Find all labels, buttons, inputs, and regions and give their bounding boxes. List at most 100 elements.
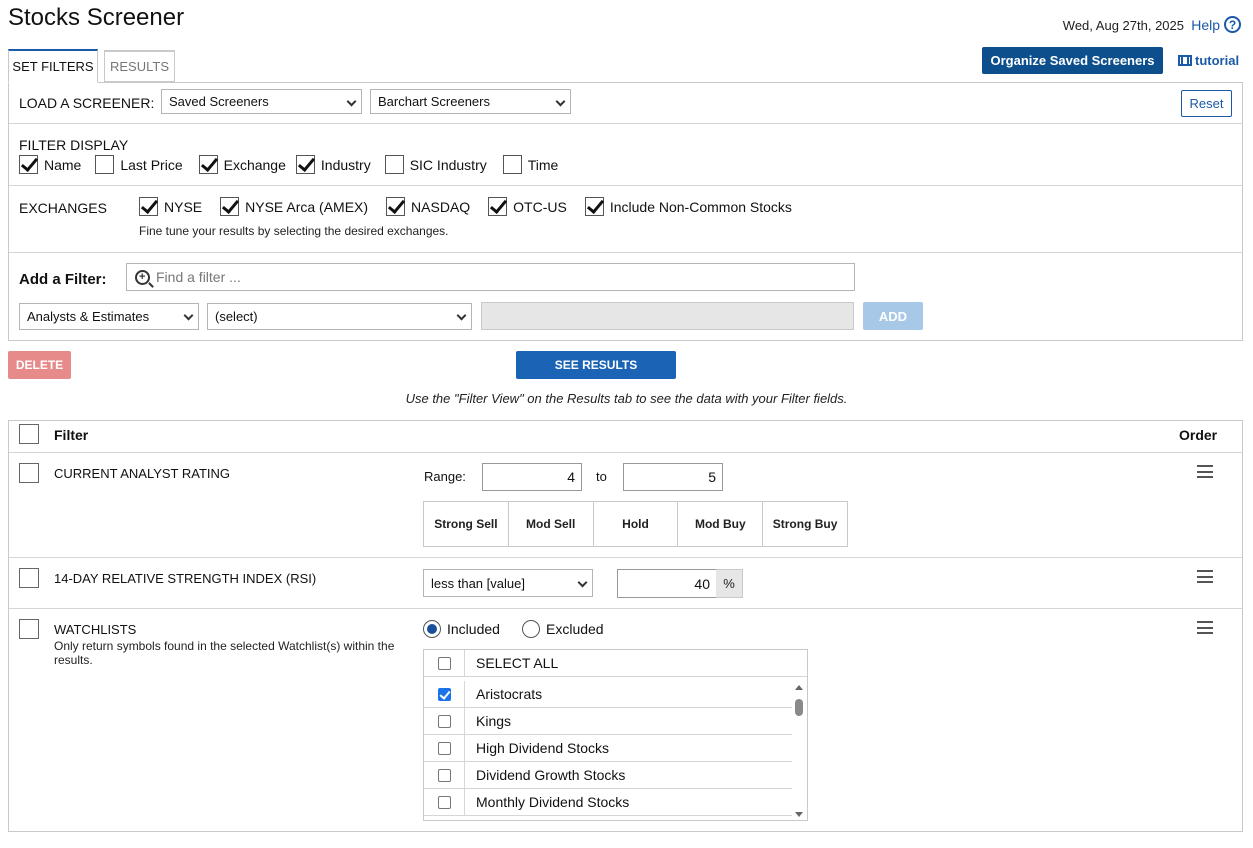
scroll-thumb[interactable] <box>795 699 803 716</box>
exchange-option[interactable]: NYSE Arca (AMEX) <box>220 197 368 216</box>
search-plus-icon: + <box>135 269 150 285</box>
filter-display-option-label: Industry <box>320 156 371 173</box>
range-label: Range: <box>424 469 466 484</box>
select-all-checkbox[interactable] <box>437 656 451 670</box>
filter-field-value: (select) <box>215 309 258 324</box>
scroll-up-icon[interactable] <box>795 685 803 690</box>
barchart-screeners-select[interactable]: Barchart Screeners <box>370 89 571 114</box>
saved-screeners-value: Saved Screeners <box>169 94 269 109</box>
divider <box>9 608 1242 609</box>
exchange-option-label: NYSE <box>164 198 203 215</box>
checkbox-checked-icon[interactable] <box>488 197 508 216</box>
filter-display-option[interactable]: Industry <box>295 155 371 174</box>
watchlist-scrollbar[interactable] <box>791 681 807 820</box>
filter-display-option[interactable]: SIC Industry <box>384 155 487 174</box>
exchange-option-label: NYSE Arca (AMEX) <box>245 198 369 215</box>
chevron-down-icon <box>555 96 566 107</box>
exchanges-label: EXCHANGES <box>19 200 107 216</box>
rating-scale-cell: Strong Buy <box>772 517 838 531</box>
tab-results[interactable]: RESULTS <box>104 50 175 82</box>
add-filter-button[interactable]: ADD <box>863 302 923 330</box>
divider <box>9 185 1242 186</box>
filter-field-select[interactable]: (select) <box>207 303 472 330</box>
watchlist-item-checkbox[interactable] <box>437 795 451 809</box>
checkbox-checked-icon[interactable] <box>220 197 240 216</box>
filter-display-option[interactable]: Time <box>502 155 558 174</box>
checkbox-unchecked-icon[interactable] <box>502 155 522 174</box>
range-to-label: to <box>596 469 607 484</box>
radio-unselected-icon <box>522 620 540 638</box>
tutorial-link[interactable]: tutorial <box>1178 53 1239 68</box>
filter-display-option[interactable]: Name <box>19 155 81 174</box>
row-select-checkbox[interactable] <box>19 568 39 588</box>
rsi-operator-value: less than [value] <box>431 575 525 591</box>
delete-button[interactable]: DELETE <box>8 351 71 379</box>
rating-scale-cell: Mod Sell <box>509 502 594 546</box>
watchlist-item[interactable]: High Dividend Stocks <box>424 735 792 762</box>
chevron-down-icon <box>456 310 467 321</box>
range-to-input[interactable]: 5 <box>623 463 723 491</box>
checkbox-checked-icon[interactable] <box>584 197 604 216</box>
chevron-down-icon <box>346 96 357 107</box>
watchlist-item-checkbox[interactable] <box>437 741 451 755</box>
exchange-option[interactable]: NASDAQ <box>386 197 470 216</box>
current-date: Wed, Aug 27th, 2025 <box>1062 18 1184 33</box>
reorder-handle-icon[interactable] <box>1197 465 1213 478</box>
checkbox-unchecked-icon[interactable] <box>384 155 404 174</box>
watchlist-item-checkbox[interactable] <box>437 768 451 782</box>
checkbox-checked-icon[interactable] <box>198 155 218 174</box>
checkbox-unchecked-icon[interactable] <box>95 155 115 174</box>
organize-saved-screeners-button[interactable]: Organize Saved Screeners <box>982 47 1163 74</box>
checkbox-checked-icon[interactable] <box>295 155 315 174</box>
tutorial-label: tutorial <box>1195 53 1240 68</box>
find-filter-placeholder: Find a filter ... <box>156 269 241 285</box>
watchlist-item[interactable]: Kings <box>424 708 792 735</box>
filter-category-select[interactable]: Analysts & Estimates <box>19 303 199 330</box>
barchart-screeners-value: Barchart Screeners <box>378 94 490 109</box>
range-from-input[interactable]: 4 <box>482 463 582 491</box>
help-link[interactable]: Help ? <box>1191 16 1241 33</box>
filter-value-field[interactable] <box>481 302 854 330</box>
exchange-option[interactable]: OTC-US <box>488 197 567 216</box>
rsi-value-input[interactable]: 40 <box>617 569 717 598</box>
exchange-option[interactable]: NYSE <box>139 197 202 216</box>
watchlist-item-label: Dividend Growth Stocks <box>476 767 626 783</box>
see-results-button[interactable]: SEE RESULTS <box>516 351 676 379</box>
row-select-checkbox[interactable] <box>19 463 39 483</box>
exchange-option[interactable]: Include Non-Common Stocks <box>584 197 792 216</box>
watchlist-item[interactable]: Dividend Growth Stocks <box>424 762 792 789</box>
filter-display-option[interactable]: Exchange <box>198 155 286 174</box>
saved-screeners-select[interactable]: Saved Screeners <box>161 89 362 114</box>
checkbox-checked-icon[interactable] <box>19 155 38 174</box>
help-label: Help <box>1191 16 1220 33</box>
analyst-rating-title: CURRENT ANALYST RATING <box>54 466 231 481</box>
watchlist-item[interactable]: Monthly Dividend Stocks <box>424 789 792 816</box>
reorder-handle-icon[interactable] <box>1197 621 1213 634</box>
watchlist-item[interactable]: Aristocrats <box>424 681 792 708</box>
percent-unit: % <box>716 569 743 598</box>
filter-display-option[interactable]: Last Price <box>95 155 183 174</box>
rsi-operator-select[interactable]: less than [value] <box>423 569 593 597</box>
exchanges-hint: Fine tune your results by selecting the … <box>139 224 449 238</box>
checkbox-checked-icon[interactable] <box>139 197 158 216</box>
reset-button[interactable]: Reset <box>1181 90 1232 117</box>
rating-scale-cell: Hold <box>594 502 679 546</box>
watchlist-item-checkbox[interactable] <box>437 687 451 701</box>
select-all-row[interactable]: SELECT ALL <box>424 650 807 677</box>
checkbox-checked-icon[interactable] <box>386 197 406 216</box>
page-title: Stocks Screener <box>8 4 185 31</box>
find-filter-input[interactable]: + Find a filter ... <box>126 263 855 291</box>
included-radio[interactable]: Included <box>423 620 500 638</box>
filter-display-label: FILTER DISPLAY <box>19 137 129 153</box>
scroll-down-icon[interactable] <box>795 812 803 817</box>
included-label: Included <box>447 621 500 637</box>
reorder-handle-icon[interactable] <box>1197 570 1213 583</box>
rating-scale-cell: Strong Sell <box>424 502 509 546</box>
watchlist-item-checkbox[interactable] <box>437 714 451 728</box>
excluded-radio[interactable]: Excluded <box>522 620 604 638</box>
rating-scale-cell: Mod Buy <box>678 502 764 546</box>
film-icon <box>1178 55 1192 66</box>
row-select-checkbox[interactable] <box>19 619 39 639</box>
select-all-filters-checkbox[interactable] <box>19 424 39 444</box>
tab-set-filters[interactable]: SET FILTERS <box>8 49 98 83</box>
